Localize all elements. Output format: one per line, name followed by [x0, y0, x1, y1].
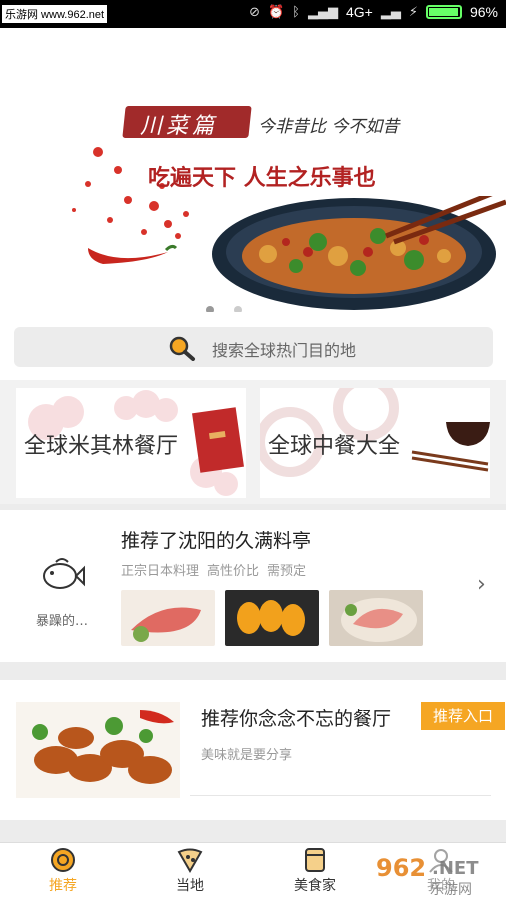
search-icon [169, 336, 195, 361]
michelin-card[interactable]: 全球米其林餐厅 [16, 388, 246, 498]
tab-local[interactable]: 当地 [145, 847, 235, 895]
fish-avatar-icon [43, 558, 85, 589]
section-divider [0, 820, 506, 842]
tab-label: 美食家 [294, 878, 336, 894]
card-label: 全球中餐大全 [268, 434, 401, 459]
red-book-icon [192, 407, 244, 473]
svg-text:.NET: .NET [432, 858, 479, 879]
site-watermark-logo: 962 .NET 乐游网 [368, 848, 504, 898]
chicken-wings-photo [16, 702, 180, 798]
tag: 正宗日本料理 [121, 564, 200, 579]
card-label: 全球米其林餐厅 [24, 434, 179, 459]
battery-icon [425, 5, 462, 19]
food-bowl-image [212, 196, 506, 310]
banner-carousel[interactable]: 川菜篇 今非昔比 今不如昔 吃遍天下 人生之乐事也 [0, 28, 506, 312]
promo-underline [190, 795, 491, 796]
chinese-food-card[interactable]: 全球中餐大全 [260, 388, 490, 498]
recommendation-item[interactable]: 暴躁的… 推荐了沈阳的久满料亭 正宗日本料理 高性价比 需预定 › [0, 510, 506, 662]
tab-gourmet[interactable]: 美食家 [270, 847, 360, 895]
local-icon [177, 848, 203, 873]
bluetooth-icon: ᛒ [292, 4, 300, 20]
sea-urchin-photo[interactable] [225, 590, 319, 646]
wifi-icon: ▂▄ [380, 4, 401, 20]
banner-slogan: 吃遍天下 人生之乐事也 [148, 165, 376, 191]
signal-icon: ▂▄▆ [307, 4, 338, 20]
network-type: 4G+ [345, 4, 373, 20]
battery-percent: 96% [469, 4, 498, 20]
tab-label: 当地 [176, 878, 204, 894]
photo-strip [121, 590, 423, 646]
sashimi-photo[interactable] [121, 590, 215, 646]
status-watermark: 乐游网 www.962.net [2, 5, 108, 23]
tag: 高性价比 [207, 564, 260, 579]
recommend-icon [51, 848, 75, 872]
status-bar: 乐游网 www.962.net ⊘ ⏰ ᛒ ▂▄▆ 4G+ ▂▄ ⚡ 96% [0, 0, 506, 28]
gourmet-icon [305, 848, 325, 872]
recommendation-tags: 正宗日本料理 高性价比 需预定 [121, 560, 306, 579]
bowl-chopsticks-icon [411, 422, 490, 472]
recommend-entry-button[interactable]: 推荐入口 [421, 702, 505, 730]
charging-icon: ⚡ [408, 4, 418, 20]
chevron-right-icon[interactable]: › [477, 572, 486, 597]
search-placeholder: 搜索全球热门目的地 [212, 341, 357, 360]
tab-label: 推荐 [49, 878, 77, 894]
restaurant-promo[interactable]: 推荐你念念不忘的餐厅 美味就是要分享 推荐入口 [0, 680, 506, 820]
user-name[interactable]: 暴躁的… [36, 610, 88, 629]
tab-recommend[interactable]: 推荐 [18, 847, 108, 895]
carousel-dot[interactable] [206, 306, 214, 312]
banner-title: 川菜篇 [140, 114, 219, 139]
sushi-platter-photo[interactable] [329, 590, 423, 646]
status-icons: ⊘ ⏰ ᛒ ▂▄▆ 4G+ ▂▄ ⚡ 96% [249, 4, 498, 20]
carousel-dot[interactable] [234, 306, 242, 312]
tag: 需预定 [267, 564, 307, 579]
search-bar[interactable]: 搜索全球热门目的地 [14, 327, 493, 367]
svg-text:乐游网: 乐游网 [430, 882, 472, 898]
svg-text:962: 962 [376, 854, 426, 882]
banner-subtitle: 今非昔比 今不如昔 [258, 117, 400, 137]
alarm-icon: ⏰ [267, 4, 285, 20]
mute-icon: ⊘ [249, 4, 260, 20]
promo-title: 推荐你念念不忘的餐厅 [201, 708, 392, 730]
section-divider [0, 662, 506, 680]
promo-subtitle: 美味就是要分享 [201, 748, 293, 763]
recommendation-title[interactable]: 推荐了沈阳的久满料亭 [121, 526, 311, 553]
carousel-indicator [206, 306, 242, 312]
